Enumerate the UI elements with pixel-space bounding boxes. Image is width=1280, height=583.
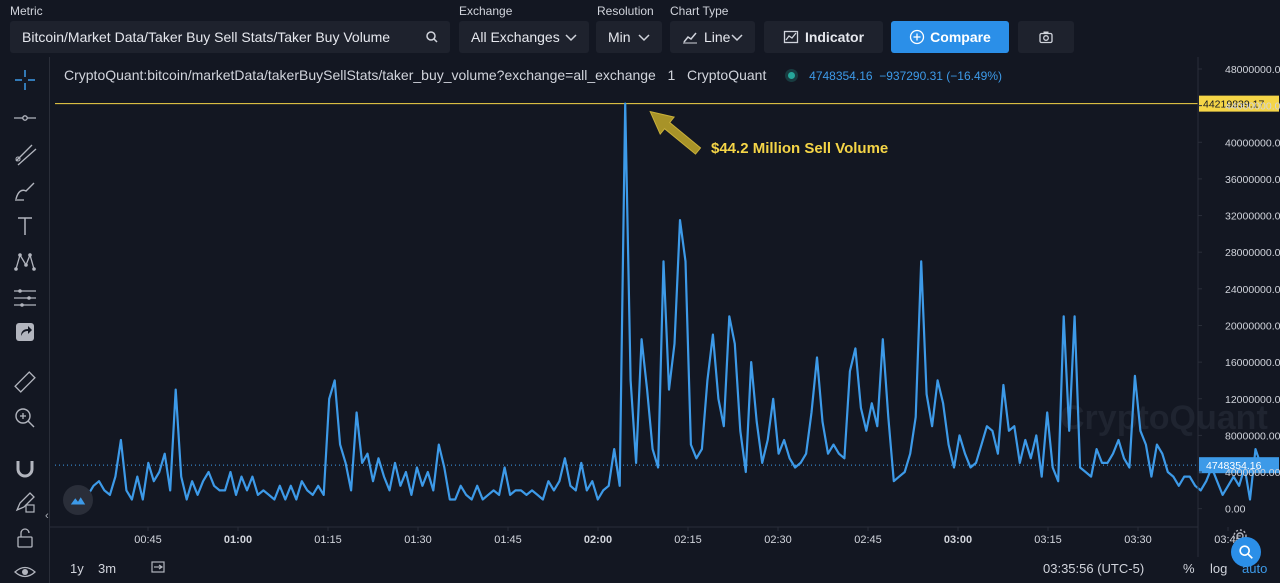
line-chart-icon: [683, 32, 697, 44]
x-tick-label: 01:30: [404, 534, 432, 546]
y-tick-label: 24000000.00: [1225, 284, 1280, 296]
x-tick-label: 00:45: [134, 534, 162, 546]
percent-toggle[interactable]: %: [1183, 561, 1195, 576]
chart-type-label: Chart Type: [670, 4, 729, 18]
resolution-select[interactable]: Min: [596, 21, 662, 53]
resolution-value: Min: [608, 29, 631, 45]
log-toggle[interactable]: log: [1210, 561, 1227, 576]
x-tick-label: 02:00: [584, 534, 612, 546]
x-tick-label: 01:00: [224, 534, 252, 546]
logo-button[interactable]: [63, 485, 93, 515]
lock-draw-icon[interactable]: [12, 489, 38, 515]
indicator-button[interactable]: Indicator: [764, 21, 883, 53]
horizontal-line-icon[interactable]: [12, 105, 38, 131]
sell-volume-annotation: $44.2 Million Sell Volume: [711, 140, 889, 157]
chart-type-select[interactable]: Line: [670, 21, 755, 53]
resolution-label: Resolution: [597, 4, 654, 18]
mountain-icon: [70, 497, 86, 505]
screenshot-button[interactable]: [1018, 21, 1074, 53]
ruler-icon[interactable]: [12, 369, 38, 395]
x-tick-label: 03:30: [1124, 534, 1152, 546]
text-icon[interactable]: [12, 213, 38, 239]
y-tick-label: 4000000.00: [1225, 467, 1280, 479]
lock-icon[interactable]: [12, 525, 38, 551]
x-tick-label: 03:00: [944, 534, 972, 546]
live-status-dot: [788, 72, 796, 79]
x-tick-label: 02:15: [674, 534, 702, 546]
drawing-toolbar: [0, 57, 50, 583]
y-tick-label: 36000000.00: [1225, 174, 1280, 186]
range-3m-button[interactable]: 3m: [98, 561, 116, 576]
annotation-arrow: [649, 110, 702, 155]
chevron-down-icon: [731, 34, 743, 42]
y-tick-label: 40000000.00: [1225, 137, 1280, 149]
x-tick-label: 01:15: [314, 534, 342, 546]
pattern-icon[interactable]: [12, 249, 38, 275]
range-1y-button[interactable]: 1y: [70, 561, 84, 576]
exchange-value: All Exchanges: [471, 29, 560, 45]
metric-select[interactable]: Bitcoin/Market Data/Taker Buy Sell Stats…: [10, 21, 450, 53]
change-percent: (−16.49%): [946, 69, 1002, 83]
exchange-select[interactable]: All Exchanges: [459, 21, 589, 53]
chevron-down-icon: [565, 34, 577, 42]
crosshair-icon[interactable]: [12, 67, 38, 93]
y-tick-label: 32000000.00: [1225, 211, 1280, 223]
exchange-label: Exchange: [459, 4, 513, 18]
metric-label: Metric: [10, 4, 43, 18]
camera-icon: [1039, 31, 1053, 44]
series-legend: CryptoQuant:bitcoin/marketData/takerBuyS…: [64, 67, 1002, 83]
magnet-icon[interactable]: [12, 455, 38, 481]
x-tick-label: 01:45: [494, 534, 522, 546]
chevron-down-icon: [638, 34, 650, 42]
bottom-bar: 1y 3m 03:35:56 (UTC-5) % log auto: [50, 556, 1280, 583]
indicator-label: Indicator: [804, 29, 865, 45]
zoom-icon[interactable]: [12, 405, 38, 431]
measure-lines-icon[interactable]: [12, 285, 38, 311]
y-tick-label: 8000000.00: [1225, 430, 1280, 442]
x-tick-label: 02:30: [764, 534, 792, 546]
clock: 03:35:56 (UTC-5): [1043, 561, 1145, 576]
y-tick-label: 48000000.00: [1225, 64, 1280, 76]
chart-type-value: Line: [704, 29, 731, 45]
indicator-icon: [783, 30, 799, 44]
chart-area[interactable]: CryptoQuant 44219839.17 4748354.16 48000…: [50, 57, 1280, 583]
compare-label: Compare: [930, 29, 991, 45]
search-icon: [426, 31, 438, 43]
y-tick-label: 44000000.00: [1225, 101, 1280, 113]
series-source: CryptoQuant: [686, 67, 767, 83]
y-tick-label: 20000000.00: [1225, 320, 1280, 332]
compare-button[interactable]: Compare: [891, 21, 1009, 53]
top-toolbar: Metric Bitcoin/Market Data/Taker Buy Sel…: [0, 0, 1280, 57]
eye-icon[interactable]: [12, 559, 38, 583]
y-tick-label: 28000000.00: [1225, 247, 1280, 259]
trend-lines-icon[interactable]: [12, 141, 38, 167]
y-tick-label: 12000000.00: [1225, 394, 1280, 406]
y-tick-label: 0.00: [1225, 504, 1246, 516]
x-tick-label: 02:45: [854, 534, 882, 546]
series-name: CryptoQuant:bitcoin/marketData/takerBuyS…: [64, 67, 656, 83]
plus-circle-icon: [910, 29, 925, 45]
series-interval: 1: [667, 67, 676, 83]
change-value: −937290.31: [879, 69, 943, 83]
collapse-sidebar-icon[interactable]: ‹: [45, 510, 49, 522]
y-tick-label: 16000000.00: [1225, 357, 1280, 369]
brush-icon[interactable]: [12, 177, 38, 203]
taker-buy-volume-chart[interactable]: CryptoQuant 44219839.17 4748354.16 48000…: [50, 57, 1280, 583]
last-value: 4748354.16: [809, 69, 873, 83]
auto-toggle[interactable]: auto: [1242, 561, 1267, 576]
share-icon[interactable]: [12, 319, 38, 345]
date-range-icon[interactable]: [150, 559, 166, 578]
metric-value: Bitcoin/Market Data/Taker Buy Sell Stats…: [22, 29, 391, 45]
x-tick-label: 03:15: [1034, 534, 1062, 546]
series-line[interactable]: [87, 102, 1263, 501]
